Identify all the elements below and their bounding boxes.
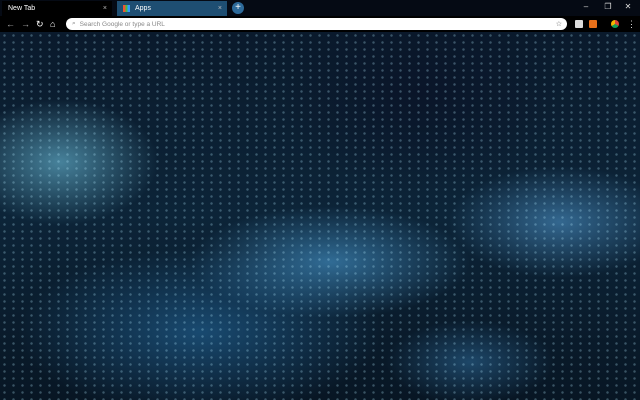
bookmark-star-icon[interactable]: ☆ <box>556 20 562 28</box>
forward-button[interactable]: → <box>21 17 30 31</box>
back-button[interactable]: ← <box>6 17 15 31</box>
omnibox[interactable]: ⌕ Search Google or type a URL ☆ <box>66 18 567 30</box>
tab-label: New Tab <box>8 5 36 12</box>
toolbar: ← → ↻ ⌂ ⌕ Search Google or type a URL ☆ … <box>0 16 640 32</box>
new-tab-button[interactable]: + <box>232 2 244 14</box>
omnibox-placeholder: Search Google or type a URL <box>79 20 165 28</box>
apps-icon <box>123 5 130 12</box>
extension-icon[interactable] <box>575 20 583 28</box>
extension-icon[interactable] <box>589 20 597 28</box>
tab-apps[interactable]: Apps × <box>117 1 227 16</box>
tab-new-tab[interactable]: New Tab × <box>2 1 112 16</box>
tab-label: Apps <box>135 5 151 12</box>
minimize-button[interactable]: – <box>576 0 596 14</box>
wallpaper-background <box>0 32 640 400</box>
reload-button[interactable]: ↻ <box>36 17 44 31</box>
tab-strip: New Tab × Apps × + – ❐ ✕ <box>0 0 640 16</box>
close-tab-icon[interactable]: × <box>103 5 107 12</box>
close-tab-icon[interactable]: × <box>218 5 222 12</box>
profile-avatar-icon[interactable] <box>611 20 619 28</box>
close-window-button[interactable]: ✕ <box>618 0 638 14</box>
home-button[interactable]: ⌂ <box>50 17 55 31</box>
restore-button[interactable]: ❐ <box>598 0 618 14</box>
menu-icon[interactable]: ⋮ <box>627 17 636 31</box>
search-icon: ⌕ <box>72 20 76 27</box>
